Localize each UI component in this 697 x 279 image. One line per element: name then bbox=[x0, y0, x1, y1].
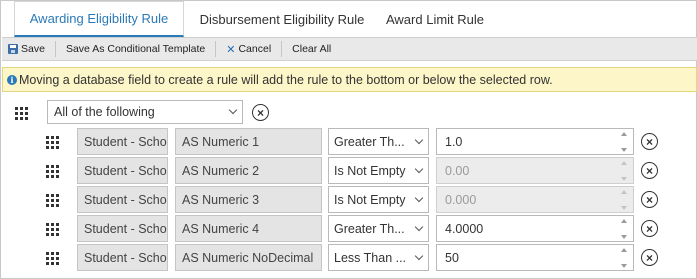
save-as-conditional-template-button[interactable]: Save As Conditional Template bbox=[60, 38, 211, 60]
toolbar: Save Save As Conditional Template ✕ Canc… bbox=[2, 37, 697, 61]
clear-all-button[interactable]: Clear All bbox=[286, 38, 337, 60]
chevron-down-icon bbox=[414, 193, 424, 203]
drag-handle-icon[interactable] bbox=[46, 252, 59, 265]
value-text: 0.000 bbox=[445, 192, 477, 207]
value-text: 4.0000 bbox=[445, 221, 484, 236]
operator-value: Is Not Empty bbox=[334, 163, 406, 178]
operator-select[interactable]: Is Not Empty bbox=[328, 186, 429, 213]
spinner[interactable] bbox=[619, 248, 629, 268]
spinner bbox=[619, 190, 629, 210]
remove-group-button[interactable]: × bbox=[252, 104, 269, 121]
close-icon: ✕ bbox=[226, 43, 236, 56]
save-button[interactable]: Save bbox=[2, 38, 51, 60]
info-banner: i Moving a database field to create a ru… bbox=[2, 67, 697, 92]
value-input[interactable]: 50 bbox=[436, 244, 634, 271]
operator-value: Is Not Empty bbox=[334, 192, 406, 207]
value-input[interactable]: 4.0000 bbox=[436, 215, 634, 242]
chevron-down-icon bbox=[414, 222, 424, 232]
operator-value: Greater Th... bbox=[334, 221, 405, 236]
entity-field: Student - Scho bbox=[77, 215, 168, 242]
operator-value: Greater Th... bbox=[334, 134, 405, 149]
toolbar-divider bbox=[215, 41, 217, 57]
spinner[interactable] bbox=[619, 132, 629, 152]
chevron-down-icon bbox=[414, 164, 424, 174]
operator-select[interactable]: Less Than ... bbox=[328, 244, 429, 271]
value-input: 0.000 bbox=[436, 186, 634, 213]
tab-award-limit-rule[interactable]: Award Limit Rule bbox=[380, 1, 490, 37]
chevron-down-icon bbox=[414, 135, 424, 145]
rule-tabs: Awarding Eligibility Rule Disbursement E… bbox=[1, 1, 697, 37]
tab-awarding-eligibility-rule[interactable]: Awarding Eligibility Rule bbox=[14, 1, 184, 37]
drag-handle-icon[interactable] bbox=[46, 165, 59, 178]
operator-select[interactable]: Greater Th... bbox=[328, 215, 429, 242]
remove-rule-button[interactable]: × bbox=[641, 220, 658, 237]
chevron-down-icon bbox=[228, 105, 238, 115]
database-field: AS Numeric 2 bbox=[175, 157, 322, 184]
value-text: 1.0 bbox=[445, 134, 463, 149]
remove-rule-button[interactable]: × bbox=[641, 133, 658, 150]
value-text: 50 bbox=[445, 250, 459, 265]
entity-field: Student - Scho bbox=[77, 157, 168, 184]
remove-rule-button[interactable]: × bbox=[641, 191, 658, 208]
info-icon: i bbox=[7, 74, 17, 85]
toolbar-divider bbox=[54, 41, 56, 57]
drag-handle-icon[interactable] bbox=[46, 223, 59, 236]
group-condition-select[interactable]: All of the following bbox=[47, 100, 243, 124]
operator-select[interactable]: Is Not Empty bbox=[328, 157, 429, 184]
database-field: AS Numeric 3 bbox=[175, 186, 322, 213]
chevron-down-icon bbox=[414, 251, 424, 261]
drag-handle-icon[interactable] bbox=[15, 107, 28, 120]
remove-rule-button[interactable]: × bbox=[641, 162, 658, 179]
operator-value: Less Than ... bbox=[334, 250, 407, 265]
save-icon bbox=[8, 44, 18, 54]
database-field: AS Numeric NoDecimal bbox=[175, 244, 322, 271]
info-message: Moving a database field to create a rule… bbox=[19, 72, 553, 87]
value-input[interactable]: 1.0 bbox=[436, 128, 634, 155]
spinner[interactable] bbox=[619, 219, 629, 239]
drag-handle-icon[interactable] bbox=[46, 194, 59, 207]
spinner bbox=[619, 161, 629, 181]
cancel-button[interactable]: ✕ Cancel bbox=[220, 38, 277, 60]
value-text: 0.00 bbox=[445, 163, 470, 178]
cancel-label: Cancel bbox=[238, 43, 272, 55]
entity-field: Student - Scho bbox=[77, 244, 168, 271]
entity-field: Student - Scho bbox=[77, 128, 168, 155]
entity-field: Student - Scho bbox=[77, 186, 168, 213]
tab-disbursement-eligibility-rule[interactable]: Disbursement Eligibility Rule bbox=[184, 1, 380, 37]
value-input: 0.00 bbox=[436, 157, 634, 184]
database-field: AS Numeric 4 bbox=[175, 215, 322, 242]
toolbar-divider bbox=[281, 41, 283, 57]
group-condition-value: All of the following bbox=[54, 105, 155, 119]
rule-editor-frame: Awarding Eligibility Rule Disbursement E… bbox=[0, 0, 697, 279]
operator-select[interactable]: Greater Th... bbox=[328, 128, 429, 155]
remove-rule-button[interactable]: × bbox=[641, 249, 658, 266]
save-label: Save bbox=[21, 43, 45, 55]
drag-handle-icon[interactable] bbox=[46, 136, 59, 149]
database-field: AS Numeric 1 bbox=[175, 128, 322, 155]
